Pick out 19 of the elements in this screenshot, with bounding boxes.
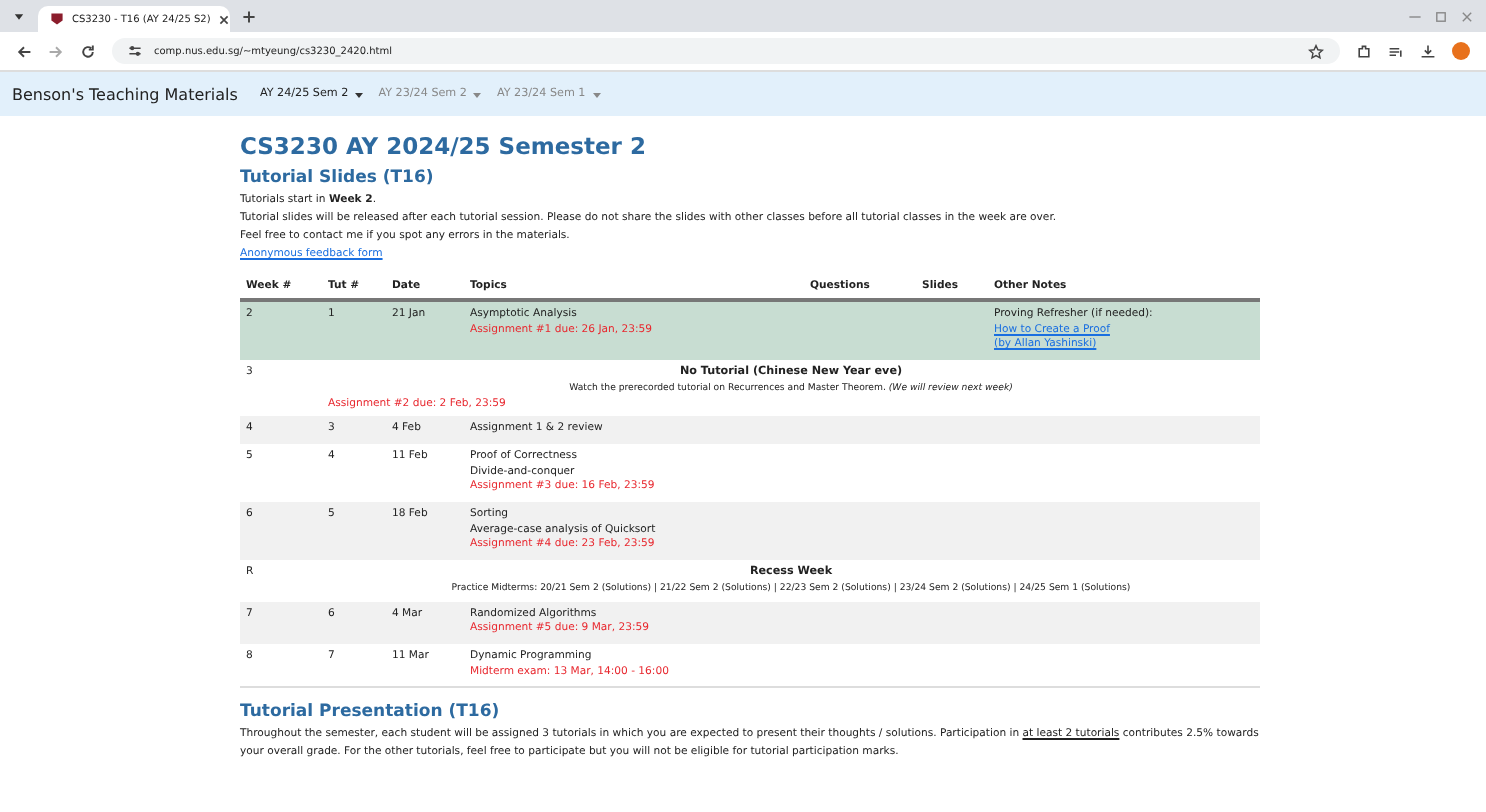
back-icon[interactable] bbox=[16, 43, 32, 59]
caret-icon bbox=[354, 89, 365, 99]
avatar-icon[interactable] bbox=[1452, 42, 1470, 60]
list-icon[interactable] bbox=[1388, 43, 1404, 59]
download-icon[interactable] bbox=[1420, 43, 1436, 59]
close-icon[interactable] bbox=[218, 13, 231, 25]
site-brand[interactable]: Benson's Teaching Materials bbox=[12, 85, 238, 103]
section-title: Tutorial Presentation (T16) bbox=[240, 686, 1260, 723]
caret-icon bbox=[472, 89, 483, 99]
new-tab-icon[interactable] bbox=[242, 9, 256, 23]
site-info-icon[interactable] bbox=[128, 44, 142, 58]
tab-list-icon[interactable] bbox=[12, 9, 26, 23]
favicon-icon bbox=[50, 12, 64, 26]
page-title: CS3230 AY 2024/25 Semester 2 bbox=[240, 132, 648, 160]
section-title: Tutorial Slides (T16) bbox=[240, 168, 436, 188]
reload-icon[interactable] bbox=[80, 43, 96, 59]
star-icon[interactable] bbox=[1308, 43, 1324, 59]
extension-icon[interactable] bbox=[1356, 43, 1372, 59]
caret-icon bbox=[591, 89, 602, 99]
